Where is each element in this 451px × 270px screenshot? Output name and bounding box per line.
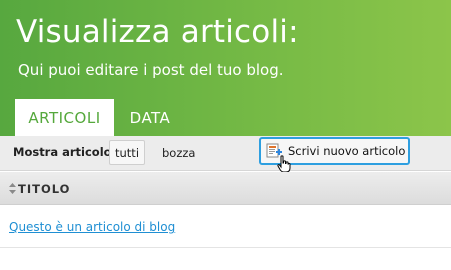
filter-bar: Mostra articolo: tutti bozza Scrivi nuov… [0, 136, 451, 171]
table-column-header: TITOLO [0, 172, 451, 205]
filter-option-bozza[interactable]: bozza [157, 140, 200, 165]
hand-cursor-icon [277, 155, 291, 173]
filter-label: Mostra articolo: [13, 145, 117, 159]
tab-data[interactable]: DATA [114, 99, 186, 136]
filter-option-tutti[interactable]: tutti [109, 140, 146, 165]
sort-icon[interactable] [9, 183, 16, 194]
tab-articoli[interactable]: ARTICOLI [15, 99, 114, 136]
new-article-label: Scrivi nuovo articolo [288, 144, 406, 158]
page-title: Visualizza articoli: [16, 14, 299, 50]
tab-bar: ARTICOLI DATA [15, 99, 186, 136]
table-row: Questo è un articolo di blog [0, 206, 451, 248]
article-title-link[interactable]: Questo è un articolo di blog [9, 220, 175, 234]
page-header: Visualizza articoli: Qui puoi editare i … [0, 0, 451, 136]
page-subtitle: Qui puoi editare i post del tuo blog. [18, 61, 284, 79]
column-title[interactable]: TITOLO [18, 182, 70, 196]
